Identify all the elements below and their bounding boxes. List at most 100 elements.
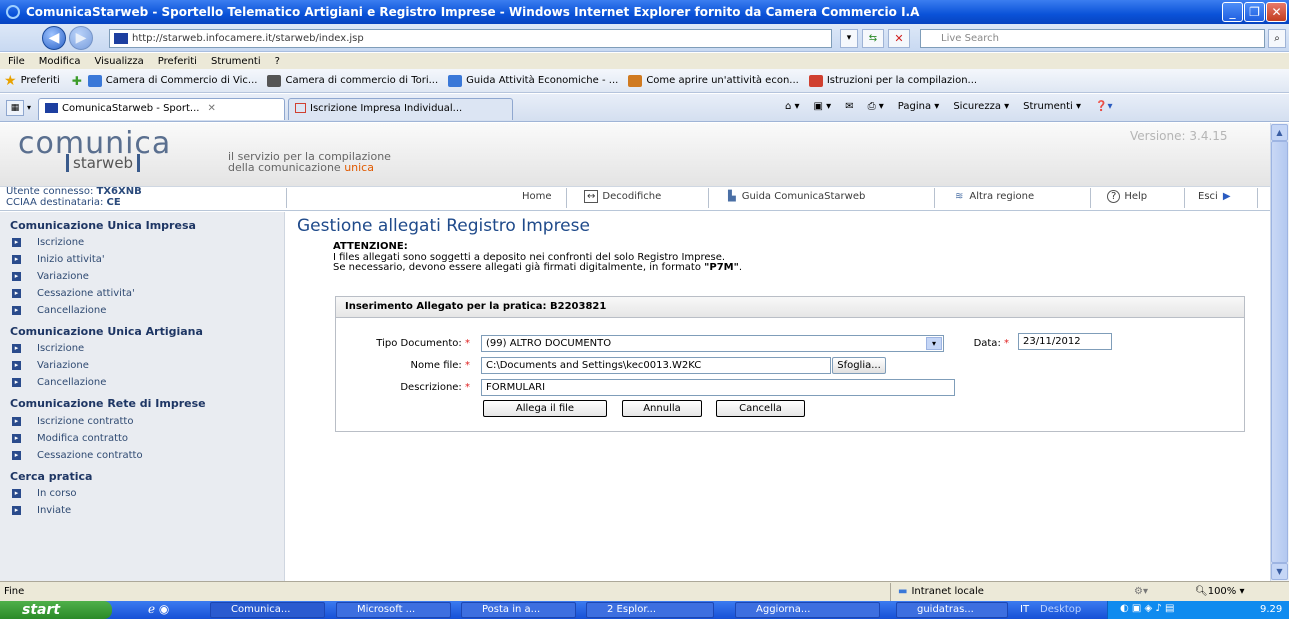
taskbar-item[interactable]: 2 Esplor... — [586, 602, 714, 618]
feeds-icon[interactable]: ▣ ▾ — [814, 101, 832, 112]
site-favicon-icon — [114, 33, 128, 44]
scroll-down-icon[interactable]: ▼ — [1271, 563, 1288, 580]
print-icon[interactable]: ⎙ ▾ — [868, 101, 884, 112]
nav-home[interactable]: Home — [522, 191, 552, 202]
taskbar-item[interactable]: Posta in a... — [461, 602, 576, 618]
nav-help[interactable]: ? Help — [1107, 190, 1147, 203]
descrizione-input[interactable]: FORMULARI — [481, 379, 955, 396]
search-input[interactable]: Live Search — [920, 29, 1265, 48]
favorite-link[interactable]: Come aprire un'attività econ... — [628, 74, 799, 87]
menu-preferiti[interactable]: Preferiti — [158, 56, 197, 67]
page-menu[interactable]: Pagina ▾ — [898, 101, 940, 112]
menu-modifica[interactable]: Modifica — [39, 56, 81, 67]
close-tab-icon[interactable]: ✕ — [207, 103, 215, 114]
close-window-button[interactable]: ✕ — [1266, 2, 1287, 22]
annulla-button[interactable]: Annulla — [622, 400, 702, 417]
taskbar-item[interactable]: Aggiorna... — [735, 602, 880, 618]
mail-icon[interactable]: ✉ — [845, 101, 853, 112]
protected-mode-icon[interactable]: ⚙▾ — [1134, 586, 1148, 597]
maximize-button[interactable]: ❐ — [1244, 2, 1265, 22]
favorite-link[interactable]: Camera di commercio di Tori... — [267, 74, 438, 87]
favorites-button[interactable]: Preferiti — [21, 75, 60, 86]
sidebar-item-cancellazione[interactable]: ▸ Cancellazione — [12, 305, 106, 316]
sidebar-item-modifica-contratto[interactable]: ▸ Modifica contratto — [12, 433, 128, 444]
taskbar-item[interactable]: Microsoft ... — [336, 602, 451, 618]
desktop-toolbar[interactable]: Desktop — [1040, 604, 1081, 615]
dropdown-arrow-icon[interactable]: ▾ — [926, 337, 942, 350]
search-icon[interactable]: ⌕ — [1268, 29, 1286, 48]
form-heading: Inserimento Allegato per la pratica: B22… — [335, 296, 1245, 318]
tab-comunicastarweb[interactable]: ComunicaStarweb - Sport... ✕ — [38, 98, 285, 120]
taskbar-item[interactable]: guidatras... — [896, 602, 1008, 618]
tab-iscrizione[interactable]: Iscrizione Impresa Individual... — [288, 98, 513, 120]
scroll-up-icon[interactable]: ▲ — [1271, 124, 1288, 141]
cancella-button[interactable]: Cancella — [716, 400, 805, 417]
tray-icons[interactable]: ◐ ▣ ◈ ♪ ▤ — [1120, 603, 1174, 614]
sidebar-item-cessazione-attivita[interactable]: ▸ Cessazione attivita' — [12, 288, 135, 299]
favorites-star-icon: ★ — [4, 72, 17, 89]
start-button[interactable]: start — [0, 601, 112, 619]
bullet-icon: ▸ — [12, 306, 21, 315]
sidebar-item-iscrizione[interactable]: ▸ Iscrizione — [12, 237, 84, 248]
minimize-button[interactable]: _ — [1222, 2, 1243, 22]
attention-heading: ATTENZIONE: — [333, 241, 408, 252]
quick-launch-ie-icon[interactable]: ℯ ◉ — [148, 602, 169, 616]
stop-icon[interactable]: ✕ — [888, 29, 910, 48]
bullet-icon: ▸ — [12, 238, 21, 247]
menu-help[interactable]: ? — [275, 56, 280, 67]
region-icon: ≋ — [955, 191, 964, 202]
quick-tabs-icon[interactable]: ▦ — [6, 100, 24, 116]
menu-visualizza[interactable]: Visualizza — [95, 56, 144, 67]
safety-menu[interactable]: Sicurezza ▾ — [953, 101, 1009, 112]
scroll-thumb[interactable] — [1271, 141, 1288, 563]
taskbar-item[interactable]: Comunica... — [210, 602, 325, 618]
sidebar-item-iscrizione-contratto[interactable]: ▸ Iscrizione contratto — [12, 416, 133, 427]
nav-decodifiche[interactable]: ↔ Decodifiche — [584, 190, 661, 203]
home-icon[interactable]: ⌂ ▾ — [785, 101, 800, 112]
browse-button[interactable]: Sfoglia... — [832, 357, 886, 374]
sidebar-item-variazione-artigiana[interactable]: ▸ Variazione — [12, 360, 89, 371]
menu-bar: File Modifica Visualizza Preferiti Strum… — [0, 53, 1289, 69]
favorite-link[interactable]: Guida Attività Economiche - ... — [448, 74, 618, 87]
sidebar-heading: Comunicazione Unica Impresa — [10, 219, 196, 232]
nav-altra-regione[interactable]: ≋ Altra regione — [955, 191, 1034, 202]
bullet-icon: ▸ — [12, 344, 21, 353]
zoom-control[interactable]: 🔍︎100% ▾ — [1195, 586, 1245, 597]
menu-file[interactable]: File — [8, 56, 25, 67]
forward-button[interactable]: ▶ — [69, 26, 93, 50]
bullet-icon: ▸ — [12, 451, 21, 460]
back-button[interactable]: ◀ — [42, 26, 66, 50]
nav-guida[interactable]: ▙ Guida ComunicaStarweb — [728, 191, 865, 202]
tools-menu[interactable]: Strumenti ▾ — [1023, 101, 1081, 112]
bullet-icon: ▸ — [12, 378, 21, 387]
sidebar-item-iscrizione-artigiana[interactable]: ▸ Iscrizione — [12, 343, 84, 354]
bullet-icon: ▸ — [12, 289, 21, 298]
nav-esci[interactable]: Esci ▶ — [1198, 191, 1231, 202]
nome-file-input[interactable]: C:\Documents and Settings\kec0013.W2KC — [481, 357, 831, 374]
attach-file-button[interactable]: Allega il file — [483, 400, 607, 417]
menu-strumenti[interactable]: Strumenti — [211, 56, 261, 67]
destination-cciaa: CCIAA destinataria: CE — [6, 197, 121, 208]
data-field[interactable]: 23/11/2012 — [1018, 333, 1112, 350]
address-dropdown-icon[interactable]: ▾ — [840, 29, 858, 48]
add-favorite-icon[interactable]: ✚ — [72, 74, 82, 88]
help-icon[interactable]: ❓▾ — [1095, 101, 1112, 112]
tab-list-icon[interactable]: ▾ — [27, 103, 31, 112]
sidebar-item-inviate[interactable]: ▸ Inviate — [12, 505, 71, 516]
sidebar-item-cessazione-contratto[interactable]: ▸ Cessazione contratto — [12, 450, 143, 461]
refresh-icon[interactable]: ⇆ — [862, 29, 884, 48]
tipo-documento-select[interactable]: (99) ALTRO DOCUMENTO ▾ — [481, 335, 944, 352]
sidebar-item-in-corso[interactable]: ▸ In corso — [12, 488, 77, 499]
nome-file-label: Nome file: * — [410, 360, 470, 371]
address-field[interactable]: http://starweb.infocamere.it/starweb/ind… — [109, 29, 832, 48]
sidebar-heading: Comunicazione Unica Artigiana — [10, 325, 203, 338]
intranet-icon: ▬ — [898, 586, 908, 597]
tipo-documento-label: Tipo Documento: * — [376, 338, 470, 349]
data-label: Data: * — [973, 338, 1009, 349]
favorite-link[interactable]: Istruzioni per la compilazion... — [808, 74, 977, 87]
sidebar-item-inizio-attivita[interactable]: ▸ Inizio attivita' — [12, 254, 105, 265]
sidebar-item-variazione[interactable]: ▸ Variazione — [12, 271, 89, 282]
sidebar-item-cancellazione-artigiana[interactable]: ▸ Cancellazione — [12, 377, 106, 388]
language-indicator[interactable]: IT — [1020, 604, 1029, 615]
favorite-link[interactable]: Camera di Commercio di Vic... — [87, 74, 257, 87]
